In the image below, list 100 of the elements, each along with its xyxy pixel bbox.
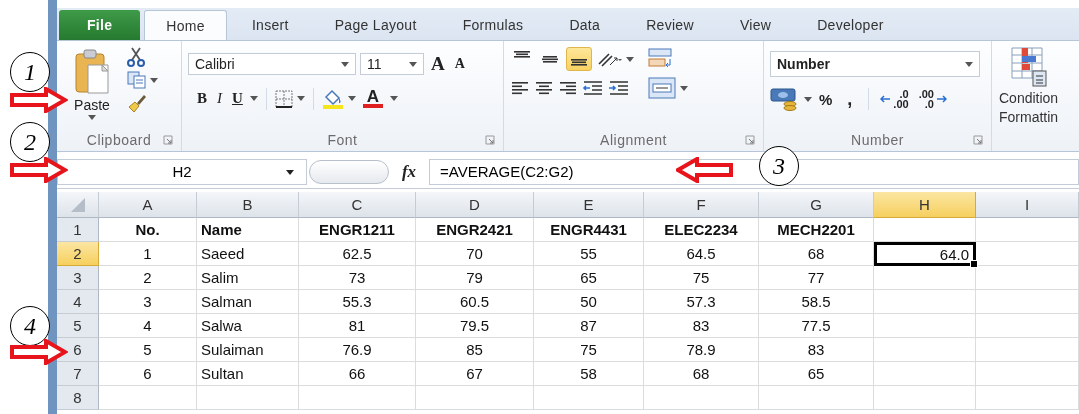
ribbon-tab[interactable]: Home: [144, 10, 227, 40]
align-right-icon[interactable]: [560, 81, 576, 95]
row-header[interactable]: 6: [57, 338, 99, 362]
column-header[interactable]: C: [299, 192, 416, 218]
row-header[interactable]: 4: [57, 290, 99, 314]
conditional-formatting-button[interactable]: Condition Formattin: [996, 45, 1062, 127]
table-cell: 68: [692, 365, 710, 382]
header-cell: MECH2201: [777, 221, 855, 238]
increase-indent-icon[interactable]: [608, 79, 630, 97]
underline-button[interactable]: U: [229, 88, 246, 109]
align-left-icon[interactable]: [512, 81, 528, 95]
align-lines-icon: [571, 59, 587, 66]
table-cell: 55: [580, 245, 597, 262]
ribbon-tab[interactable]: Developer: [796, 10, 905, 40]
active-cell[interactable]: 64.0: [874, 242, 976, 266]
column-header[interactable]: G: [759, 192, 874, 218]
callout-number: 4: [10, 306, 50, 346]
table-cell: 79: [466, 269, 483, 286]
caret-icon: [347, 96, 356, 101]
comma-button[interactable]: ,: [839, 88, 861, 110]
table-cell: 75: [580, 341, 597, 358]
decrease-indent-icon[interactable]: [582, 79, 604, 97]
column-header[interactable]: A: [99, 192, 197, 218]
font-name-dropdown[interactable]: Calibri: [188, 53, 356, 75]
shrink-font-button[interactable]: A: [451, 54, 468, 74]
caret-icon: [88, 115, 96, 120]
table-cell: 68: [807, 245, 825, 262]
align-center-icon[interactable]: [536, 81, 552, 95]
column-header[interactable]: I: [976, 192, 1079, 218]
format-painter-icon[interactable]: [127, 93, 147, 113]
table-cell: 77: [807, 269, 825, 286]
group-label: Clipboard: [86, 132, 152, 148]
ribbon-tab[interactable]: Formulas: [441, 10, 545, 40]
table-cell: 81: [348, 317, 366, 334]
table-cell: 78.9: [686, 341, 716, 358]
launcher-icon[interactable]: [973, 135, 983, 145]
column-header[interactable]: F: [644, 192, 759, 218]
column-header[interactable]: E: [534, 192, 644, 218]
paste-button[interactable]: Paste: [63, 47, 121, 129]
row-header[interactable]: 7: [57, 362, 99, 386]
table-cell: Salwa: [201, 317, 242, 334]
table-cell: 65: [807, 365, 825, 382]
row-header[interactable]: 1: [57, 218, 99, 242]
formula-bar-handle[interactable]: [309, 159, 389, 184]
decrease-decimal-button[interactable]: .00 .0: [915, 87, 950, 111]
file-tab[interactable]: File: [59, 10, 141, 40]
insert-function-button[interactable]: fx: [389, 161, 429, 182]
table-cell: 85: [466, 341, 483, 358]
table-cell: 64.5: [686, 245, 716, 262]
caret-icon: [286, 169, 294, 175]
italic-button[interactable]: I: [214, 88, 225, 109]
copy-icon: [127, 71, 147, 89]
table-cell: Sulaiman: [201, 341, 264, 358]
ribbon-tab[interactable]: View: [718, 10, 793, 40]
group-label: Alignment: [600, 132, 667, 148]
ribbon-tab[interactable]: Review: [625, 10, 715, 40]
group-label: Number: [851, 132, 904, 148]
header-cell: ELEC2234: [664, 221, 738, 238]
launcher-icon[interactable]: [485, 135, 495, 145]
table-cell: 4: [143, 317, 152, 334]
grow-font-button[interactable]: A: [428, 51, 448, 77]
number-format-dropdown[interactable]: Number: [770, 51, 980, 77]
ribbon-tab[interactable]: Data: [548, 10, 622, 40]
scissors-icon[interactable]: [127, 47, 145, 67]
table-cell: Saeed: [201, 245, 245, 262]
caret-icon: [249, 96, 258, 101]
table-cell: 67: [466, 365, 483, 382]
table-cell: 65: [580, 269, 597, 286]
column-header[interactable]: H: [874, 192, 976, 218]
column-header[interactable]: B: [197, 192, 299, 218]
arrow-icon: [936, 95, 947, 103]
orientation-icon[interactable]: [596, 50, 622, 68]
row-header[interactable]: 2: [57, 242, 99, 266]
launcher-icon[interactable]: [163, 135, 173, 145]
font-size-dropdown[interactable]: 11: [360, 53, 424, 75]
ribbon-tab[interactable]: Page Layout: [313, 10, 438, 40]
bold-button[interactable]: B: [194, 88, 210, 109]
increase-decimal-button[interactable]: .0 .00: [877, 87, 912, 111]
header-cell: ENGR4431: [550, 221, 627, 238]
launcher-icon[interactable]: [745, 135, 755, 145]
wrap-text-icon[interactable]: [648, 47, 674, 69]
font-color-button[interactable]: A: [359, 87, 386, 110]
align-lines-icon: [514, 51, 530, 58]
name-box[interactable]: H2: [57, 158, 307, 185]
header-cell: Name: [201, 221, 242, 238]
table-cell: 1: [143, 245, 152, 262]
table-cell: 57.3: [686, 293, 716, 310]
percent-button[interactable]: %: [816, 88, 836, 110]
align-lines-icon: [542, 55, 558, 63]
table-cell: 55.3: [342, 293, 372, 310]
caret-icon: [680, 85, 688, 91]
caret-icon: [965, 61, 973, 67]
column-header[interactable]: D: [416, 192, 534, 218]
table-cell: 83: [807, 341, 825, 358]
ribbon-tab[interactable]: Insert: [230, 10, 310, 40]
row-header[interactable]: 8: [57, 386, 99, 410]
row-header[interactable]: 5: [57, 314, 99, 338]
bottom-align-button[interactable]: [566, 47, 592, 71]
row-header[interactable]: 3: [57, 266, 99, 290]
table-cell: 73: [348, 269, 366, 286]
